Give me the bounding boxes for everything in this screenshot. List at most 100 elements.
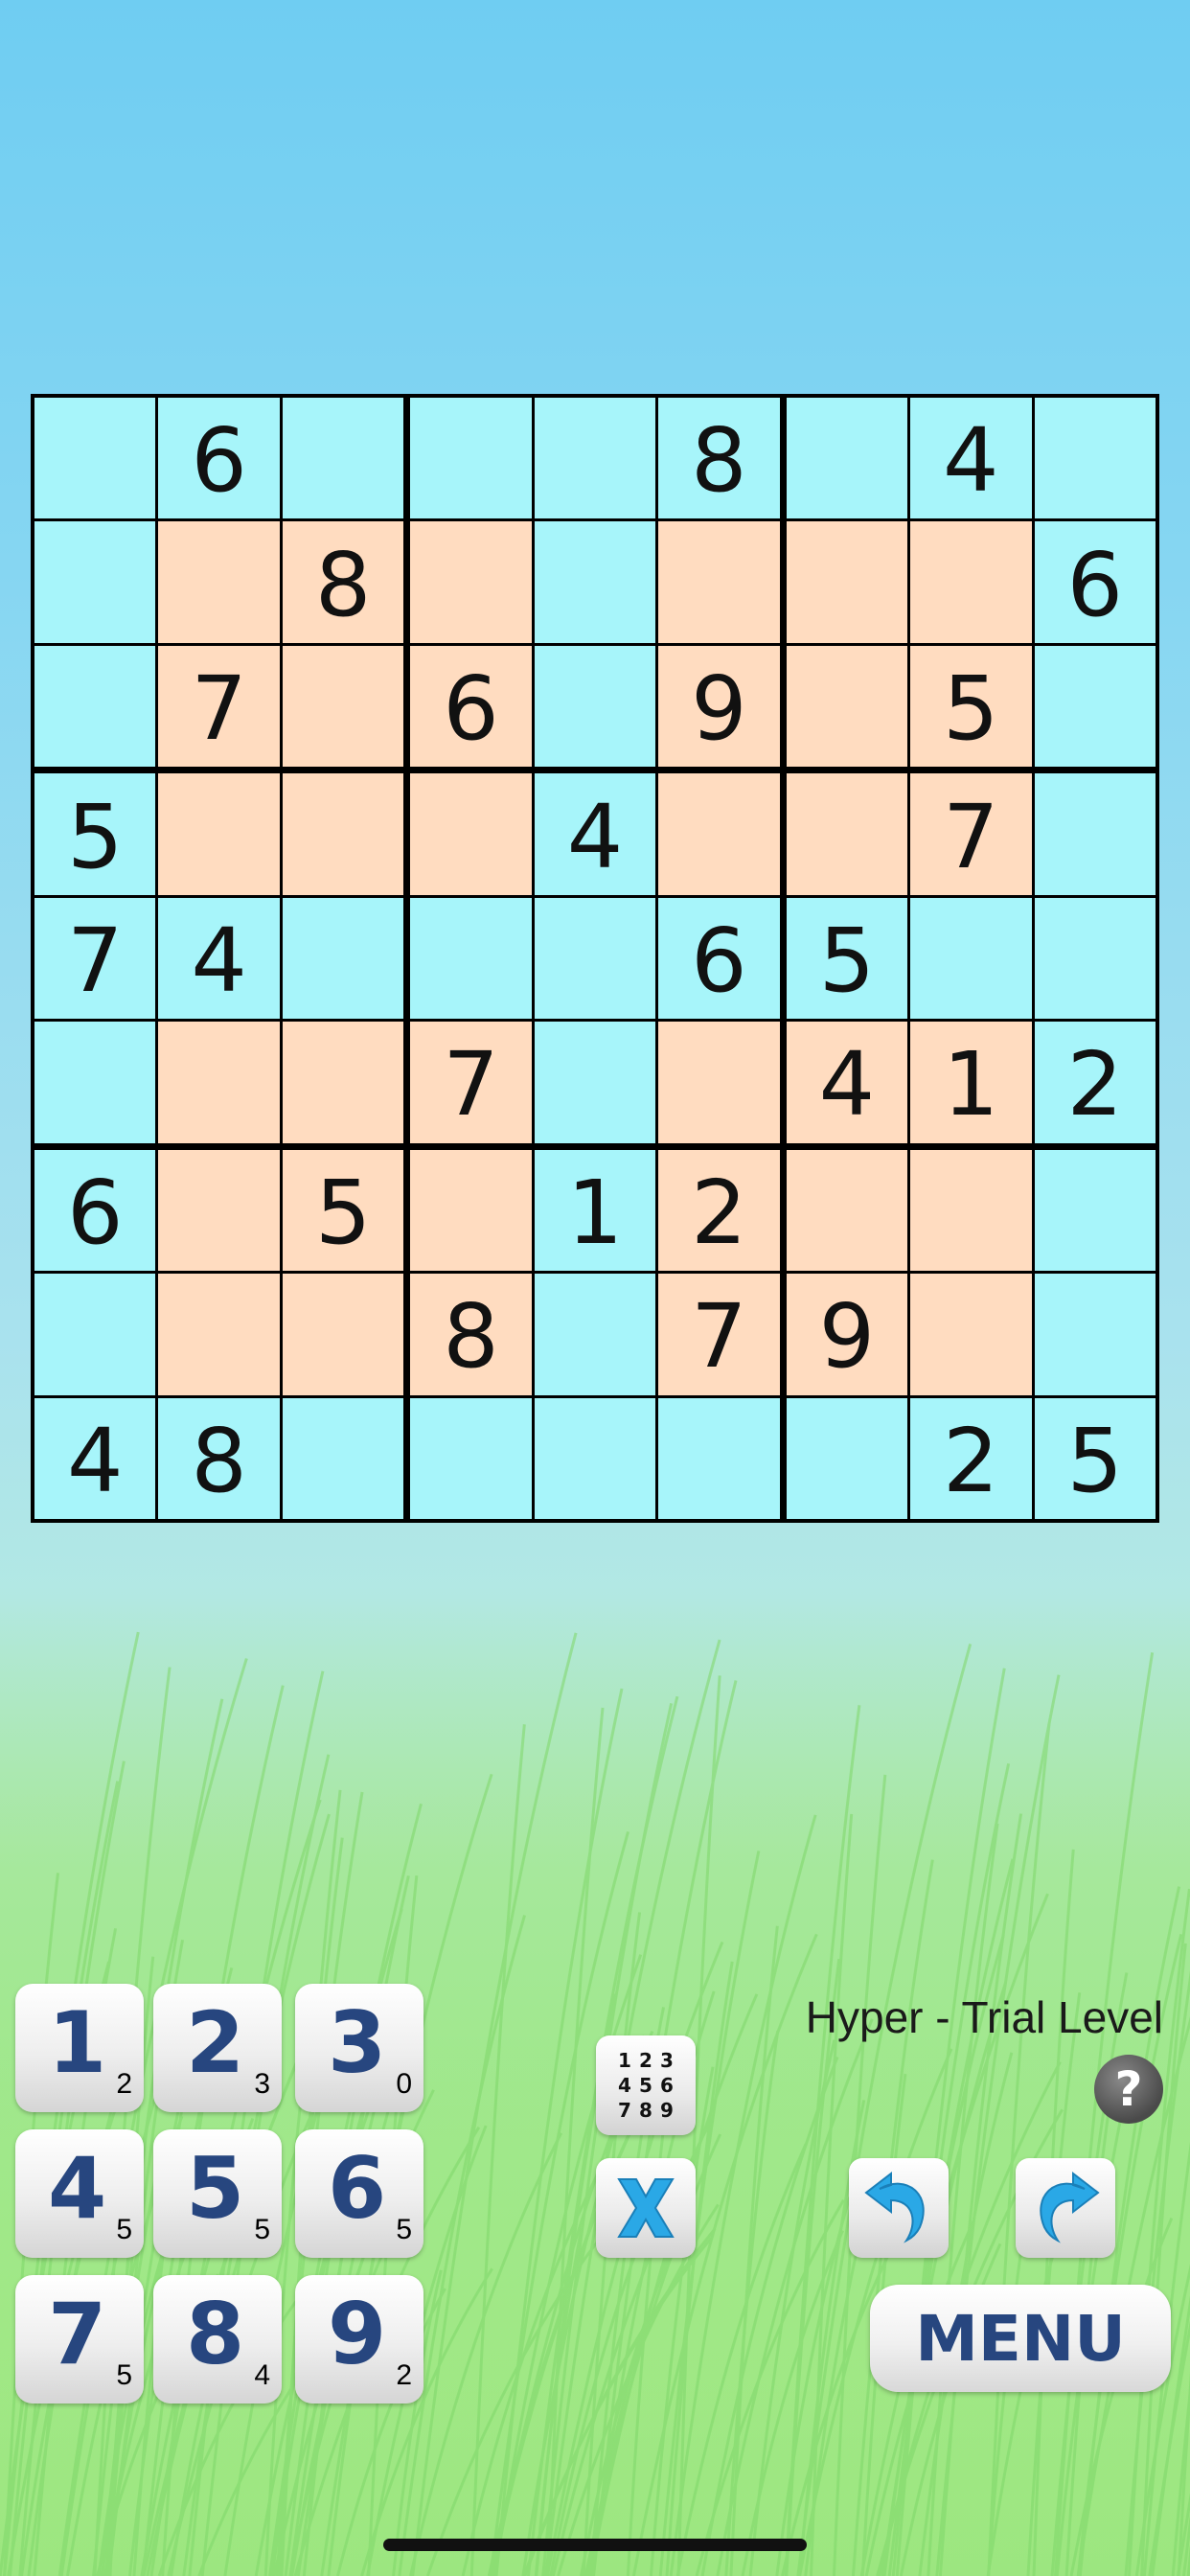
- board-cell-r7c1[interactable]: 6: [34, 1149, 156, 1272]
- board-cell-r6c1[interactable]: [34, 1022, 156, 1143]
- board-cell-r9c1[interactable]: 4: [34, 1397, 156, 1519]
- board-cell-r2c6[interactable]: [658, 521, 780, 643]
- board-cell-r3c3[interactable]: [282, 645, 404, 768]
- board-cell-r1c2[interactable]: 6: [158, 398, 280, 519]
- board-cell-r4c5[interactable]: 4: [534, 773, 656, 895]
- board-cell-r4c3[interactable]: [282, 773, 404, 895]
- board-cell-r5c4[interactable]: [410, 897, 532, 1020]
- board-cell-r6c3[interactable]: [282, 1022, 404, 1143]
- board-cell-r2c4[interactable]: [410, 521, 532, 643]
- board-cell-r5c7[interactable]: 5: [786, 897, 908, 1020]
- board-cell-r6c9[interactable]: 2: [1034, 1022, 1156, 1143]
- board-cell-r5c6[interactable]: 6: [658, 897, 780, 1020]
- board-cell-r6c4[interactable]: 7: [410, 1022, 532, 1143]
- board-cell-r9c4[interactable]: [410, 1397, 532, 1519]
- board-cell-r3c1[interactable]: [34, 645, 156, 768]
- board-cell-r5c5[interactable]: [534, 897, 656, 1020]
- board-cell-r6c6[interactable]: [658, 1022, 780, 1143]
- board-cell-r7c8[interactable]: [910, 1149, 1032, 1272]
- board-cell-r9c8[interactable]: 2: [910, 1397, 1032, 1519]
- erase-button[interactable]: [596, 2158, 696, 2258]
- board-cell-r4c4[interactable]: [410, 773, 532, 895]
- board-cell-r1c4[interactable]: [410, 398, 532, 519]
- board-cell-r6c8[interactable]: 1: [910, 1022, 1032, 1143]
- board-cell-r8c1[interactable]: [34, 1274, 156, 1395]
- board-cell-r8c7[interactable]: 9: [786, 1274, 908, 1395]
- board-cell-r1c3[interactable]: [282, 398, 404, 519]
- board-cell-r8c3[interactable]: [282, 1274, 404, 1395]
- board-cell-r4c9[interactable]: [1034, 773, 1156, 895]
- pencil-grid-digit: 8: [639, 2099, 652, 2122]
- board-cell-r4c1[interactable]: 5: [34, 773, 156, 895]
- board-cell-r2c8[interactable]: [910, 521, 1032, 643]
- digit-key-8[interactable]: 84: [153, 2275, 282, 2404]
- board-cell-r9c6[interactable]: [658, 1397, 780, 1519]
- board-cell-r1c1[interactable]: [34, 398, 156, 519]
- board-cell-r8c6[interactable]: 7: [658, 1274, 780, 1395]
- board-cell-r5c8[interactable]: [910, 897, 1032, 1020]
- board-cell-r3c8[interactable]: 5: [910, 645, 1032, 768]
- board-cell-r4c8[interactable]: 7: [910, 773, 1032, 895]
- board-cell-r4c2[interactable]: [158, 773, 280, 895]
- board-cell-r9c5[interactable]: [534, 1397, 656, 1519]
- board-cell-r9c2[interactable]: 8: [158, 1397, 280, 1519]
- board-cell-r7c6[interactable]: 2: [658, 1149, 780, 1272]
- board-cell-r8c2[interactable]: [158, 1274, 280, 1395]
- board-cell-r4c6[interactable]: [658, 773, 780, 895]
- board-cell-r1c7[interactable]: [786, 398, 908, 519]
- board-cell-r2c5[interactable]: [534, 521, 656, 643]
- digit-key-6[interactable]: 65: [295, 2129, 423, 2258]
- board-cell-r1c8[interactable]: 4: [910, 398, 1032, 519]
- digit-key-7[interactable]: 75: [15, 2275, 144, 2404]
- board-cell-r2c1[interactable]: [34, 521, 156, 643]
- board-cell-r7c3[interactable]: 5: [282, 1149, 404, 1272]
- board-cell-r4c7[interactable]: [786, 773, 908, 895]
- board-cell-r2c7[interactable]: [786, 521, 908, 643]
- board-cell-r8c4[interactable]: 8: [410, 1274, 532, 1395]
- board-cell-r1c5[interactable]: [534, 398, 656, 519]
- board-cell-r1c6[interactable]: 8: [658, 398, 780, 519]
- digit-key-5[interactable]: 55: [153, 2129, 282, 2258]
- pencil-mode-button[interactable]: 123 456 789: [596, 2036, 696, 2135]
- board-cell-r7c7[interactable]: [786, 1149, 908, 1272]
- board-cell-r9c9[interactable]: 5: [1034, 1397, 1156, 1519]
- digit-key-remaining-count: 5: [396, 2214, 412, 2245]
- board-cell-r3c5[interactable]: [534, 645, 656, 768]
- redo-button[interactable]: [1016, 2158, 1115, 2258]
- board-cell-r9c7[interactable]: [786, 1397, 908, 1519]
- board-cell-r7c2[interactable]: [158, 1149, 280, 1272]
- undo-button[interactable]: [849, 2158, 949, 2258]
- pencil-grid-digit: 4: [618, 2074, 631, 2097]
- board-cell-r7c9[interactable]: [1034, 1149, 1156, 1272]
- board-cell-r3c6[interactable]: 9: [658, 645, 780, 768]
- digit-key-4[interactable]: 45: [15, 2129, 144, 2258]
- digit-key-1[interactable]: 12: [15, 1984, 144, 2112]
- board-cell-r2c3[interactable]: 8: [282, 521, 404, 643]
- board-cell-r3c7[interactable]: [786, 645, 908, 768]
- board-cell-r6c7[interactable]: 4: [786, 1022, 908, 1143]
- board-cell-r7c5[interactable]: 1: [534, 1149, 656, 1272]
- board-cell-r5c9[interactable]: [1034, 897, 1156, 1020]
- board-cell-r1c9[interactable]: [1034, 398, 1156, 519]
- board-cell-r8c8[interactable]: [910, 1274, 1032, 1395]
- board-cell-r7c4[interactable]: [410, 1149, 532, 1272]
- board-cell-r9c3[interactable]: [282, 1397, 404, 1519]
- digit-key-2[interactable]: 23: [153, 1984, 282, 2112]
- board-cell-r8c9[interactable]: [1034, 1274, 1156, 1395]
- board-cell-r3c9[interactable]: [1034, 645, 1156, 768]
- help-button[interactable]: ?: [1094, 2055, 1163, 2124]
- board-cell-r3c2[interactable]: 7: [158, 645, 280, 768]
- board-cell-r6c2[interactable]: [158, 1022, 280, 1143]
- digit-key-3[interactable]: 30: [295, 1984, 423, 2112]
- menu-button[interactable]: MENU: [870, 2285, 1171, 2392]
- board-cell-r5c3[interactable]: [282, 897, 404, 1020]
- board-cell-r3c4[interactable]: 6: [410, 645, 532, 768]
- board-cell-r6c5[interactable]: [534, 1022, 656, 1143]
- board-cell-r5c1[interactable]: 7: [34, 897, 156, 1020]
- digit-key-remaining-count: 4: [254, 2359, 270, 2391]
- board-cell-r2c2[interactable]: [158, 521, 280, 643]
- board-cell-r2c9[interactable]: 6: [1034, 521, 1156, 643]
- board-cell-r8c5[interactable]: [534, 1274, 656, 1395]
- board-cell-r5c2[interactable]: 4: [158, 897, 280, 1020]
- digit-key-9[interactable]: 92: [295, 2275, 423, 2404]
